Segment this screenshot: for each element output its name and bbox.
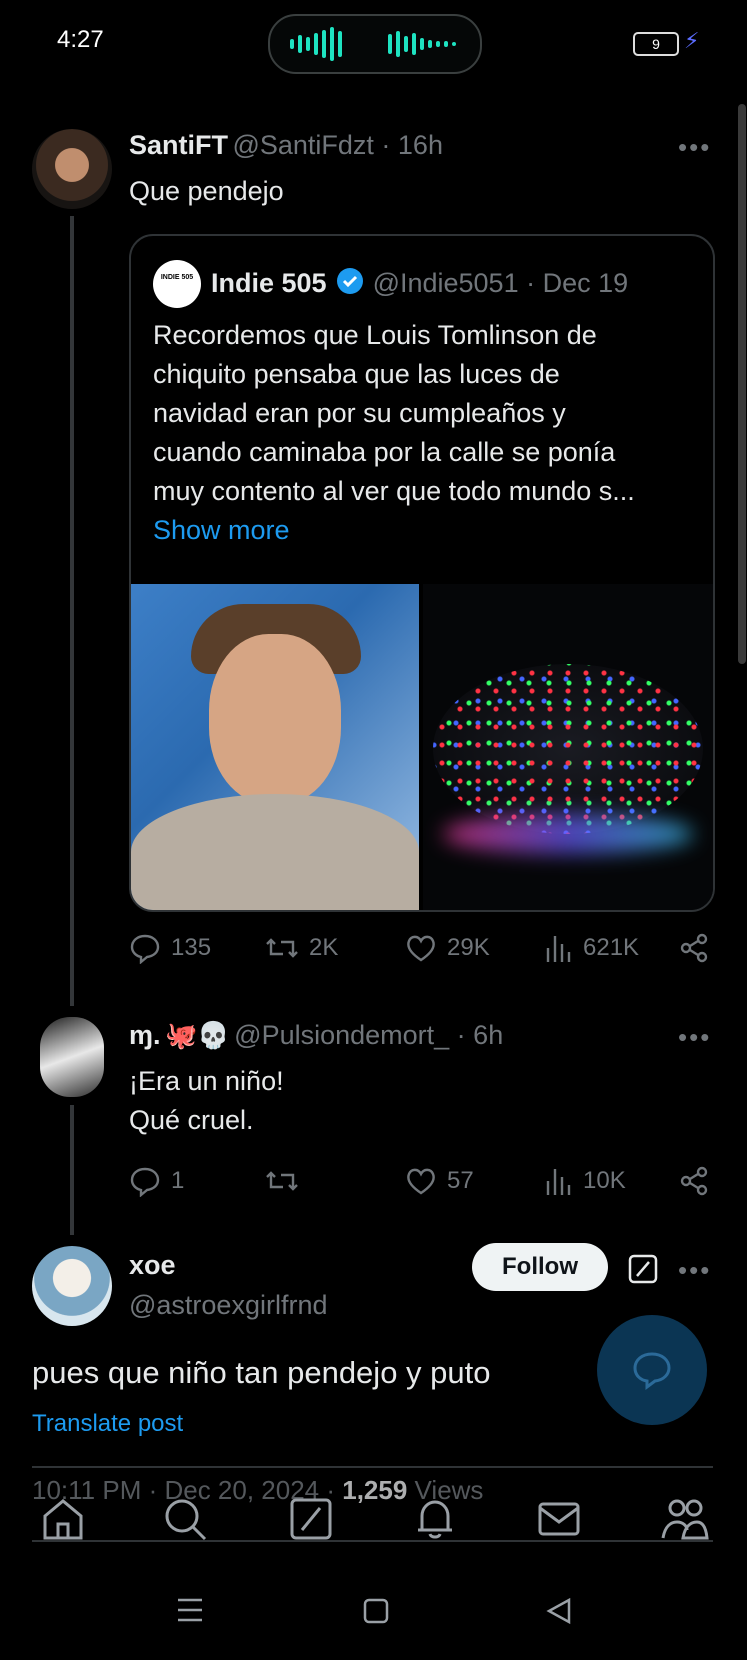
author-emojis: 🐙💀 (164, 1020, 230, 1050)
bottom-nav (0, 1488, 747, 1546)
reply-icon (130, 1167, 160, 1197)
repost-button[interactable]: 2K (265, 932, 338, 964)
views-icon (546, 1169, 571, 1195)
audio-wave-icon (290, 26, 342, 62)
tweet-header: SantiFT @SantiFdzt · 16h (129, 130, 443, 161)
more-icon[interactable]: ••• (678, 132, 711, 163)
share-icon (680, 933, 708, 963)
recent-apps-icon[interactable] (176, 1597, 204, 1628)
reply-button[interactable]: 135 (129, 932, 211, 964)
photo-christmas-lights[interactable] (423, 584, 713, 910)
like-button[interactable]: 57 (405, 1165, 474, 1197)
more-icon[interactable]: ••• (678, 1255, 711, 1286)
follow-button[interactable]: Follow (472, 1243, 608, 1291)
verified-icon (335, 266, 365, 301)
reply-button[interactable]: 1 (129, 1165, 184, 1197)
repost-icon (266, 938, 298, 958)
share-button[interactable] (678, 1165, 710, 1197)
thread-line (70, 1105, 74, 1235)
author-name[interactable]: xoe (129, 1250, 176, 1281)
back-icon[interactable] (545, 1597, 573, 1630)
more-icon[interactable]: ••• (678, 1022, 711, 1053)
divider (32, 1540, 713, 1542)
share-button[interactable] (678, 932, 710, 964)
quote-author-handle: @Indie5051 · Dec 19 (372, 268, 629, 298)
share-icon (680, 1166, 708, 1196)
photo-louis[interactable] (131, 584, 419, 910)
reply-icon (633, 1352, 671, 1390)
views-button[interactable]: 10K (545, 1165, 626, 1197)
compose-fab[interactable] (597, 1315, 707, 1425)
thread-line (70, 216, 74, 1006)
focus-tweet-text: pues que niño tan pendejo y puto (32, 1355, 491, 1390)
views-icon (546, 936, 571, 962)
views-button[interactable]: 621K (545, 932, 639, 964)
tweet-text: Que pendejo (129, 176, 284, 206)
quote-author-name: Indie 505 (211, 268, 327, 298)
grok-icon[interactable] (627, 1253, 659, 1290)
status-time: 4:27 (57, 26, 104, 53)
tweet-text: ¡Era un niño! Qué cruel. (129, 1066, 284, 1135)
reply-icon (130, 934, 160, 964)
repost-button[interactable] (265, 1165, 299, 1197)
tweet-header: ɱ. 🐙💀 @Pulsiondemort_ · 6h (129, 1020, 503, 1051)
avatar[interactable] (40, 1017, 104, 1097)
like-button[interactable]: 29K (405, 932, 490, 964)
show-more-link[interactable]: Show more (153, 511, 635, 550)
audio-wave-icon (388, 26, 456, 62)
quote-header: Indie 505 @Indie5051 · Dec 19 (211, 266, 628, 301)
heart-icon (407, 935, 435, 962)
quoted-tweet-card[interactable]: INDIE 505 Indie 505 @Indie5051 · Dec 19 … (129, 234, 715, 912)
repost-icon (266, 1171, 298, 1191)
dynamic-island (268, 14, 482, 74)
home-button-icon[interactable] (362, 1597, 390, 1630)
charging-icon: ⚡ (684, 28, 700, 53)
battery-icon: 9 (633, 32, 679, 56)
avatar[interactable] (32, 129, 112, 209)
heart-icon (407, 1168, 435, 1195)
divider (32, 1466, 713, 1468)
author-handle[interactable]: @astroexgirlfrnd (129, 1290, 327, 1321)
translate-post-link[interactable]: Translate post (32, 1410, 183, 1438)
avatar[interactable] (32, 1246, 112, 1326)
scrollbar[interactable] (738, 104, 746, 664)
author-handle[interactable]: @Pulsiondemort_ · 6h (234, 1020, 503, 1050)
quote-text: Recordemos que Louis Tomlinson de chiqui… (153, 316, 635, 550)
author-handle[interactable]: @SantiFdzt · 16h (232, 130, 443, 160)
quote-avatar: INDIE 505 (153, 260, 201, 308)
author-name[interactable]: SantiFT (129, 130, 228, 160)
author-name[interactable]: ɱ. (129, 1020, 161, 1050)
